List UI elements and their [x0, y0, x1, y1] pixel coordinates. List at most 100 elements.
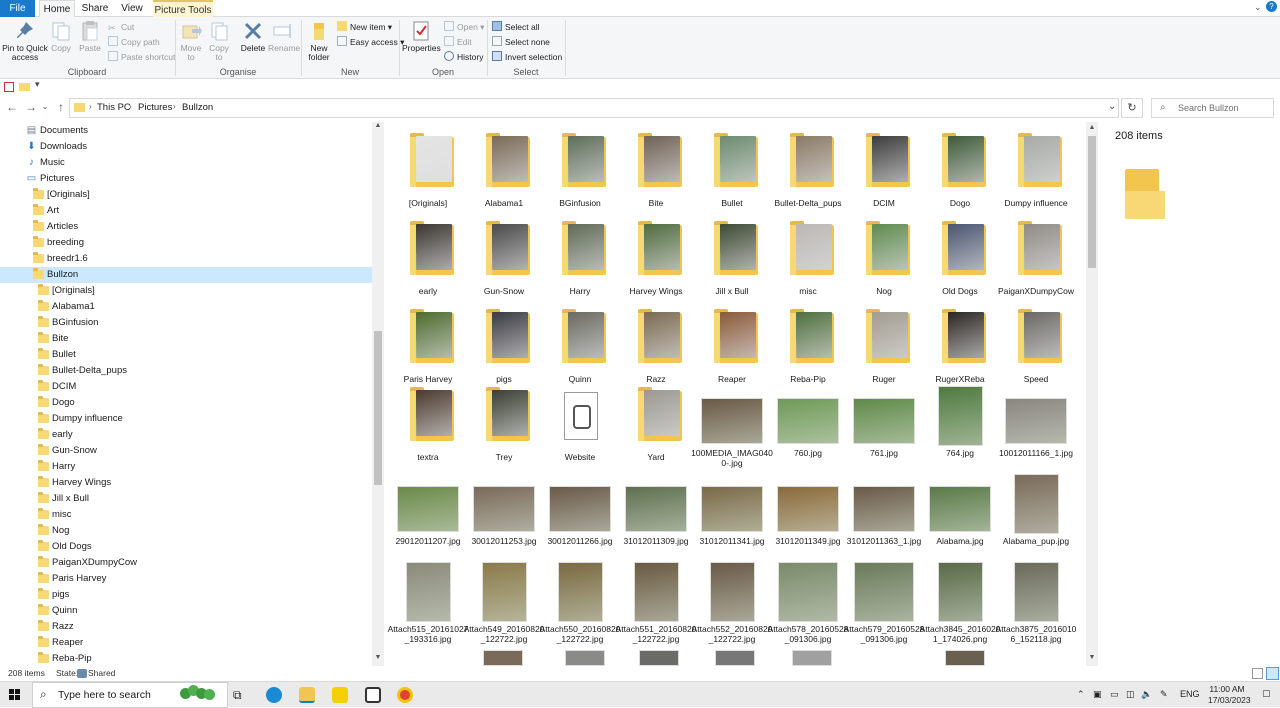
help-icon[interactable]: ?	[1266, 1, 1277, 12]
edit-button[interactable]: Edit	[444, 36, 472, 49]
cut-button[interactable]: ✂ Cut	[108, 21, 134, 34]
folder-item[interactable]: Dumpy influence	[998, 132, 1074, 212]
tab-file[interactable]: File	[0, 0, 35, 17]
image-thumbnail[interactable]	[639, 650, 679, 666]
file-item[interactable]: Website	[542, 386, 618, 466]
nav-item[interactable]: Nog	[0, 523, 372, 539]
nav-item[interactable]: Paris Harvey	[0, 571, 372, 587]
folder-item[interactable]: Paris Harvey	[390, 308, 466, 388]
folder-item[interactable]: pigs	[466, 308, 542, 388]
nav-item[interactable]: ▭ Pictures	[0, 171, 372, 187]
nav-item[interactable]: Quinn	[0, 603, 372, 619]
refresh-icon[interactable]: ↻	[1121, 98, 1143, 118]
nav-item[interactable]: Bullet	[0, 347, 372, 363]
folder-item[interactable]: Nog	[846, 220, 922, 300]
folder-item[interactable]: textra	[390, 386, 466, 466]
details-view-icon[interactable]	[1252, 668, 1263, 679]
nav-item[interactable]: breedr1.6	[0, 251, 372, 267]
forward-icon[interactable]: →	[24, 100, 38, 114]
image-file-item[interactable]: Attach550_20160820_122722.jpg	[540, 562, 620, 644]
nav-item[interactable]: Dumpy influence	[0, 411, 372, 427]
nav-item[interactable]: Bite	[0, 331, 372, 347]
snipping-tool-icon[interactable]	[365, 687, 381, 703]
scroll-up-icon[interactable]: ▲	[372, 122, 384, 132]
easy-access-button[interactable]: Easy access ▾	[337, 36, 404, 49]
edge-icon[interactable]	[266, 687, 282, 703]
new-item-button[interactable]: New item ▾	[337, 21, 392, 34]
breadcrumb-bullzon[interactable]: Bullzon	[182, 102, 213, 113]
file-list-scrollbar[interactable]: ▲ ▼	[1086, 122, 1098, 666]
folder-item[interactable]: RugerXReba	[922, 308, 998, 388]
nav-item[interactable]: BGinfusion	[0, 315, 372, 331]
image-file-item[interactable]: Attach552_20160820_122722.jpg	[692, 562, 772, 644]
pen-icon[interactable]: ✎	[1160, 689, 1168, 700]
folder-item[interactable]: Alabama1	[466, 132, 542, 212]
image-thumbnail[interactable]	[945, 650, 985, 666]
folder-item[interactable]: Gun-Snow	[466, 220, 542, 300]
folder-item[interactable]: Harvey Wings	[618, 220, 694, 300]
properties-qat-icon[interactable]	[4, 82, 14, 92]
folder-item[interactable]: Jill x Bull	[694, 220, 770, 300]
nav-item[interactable]: misc	[0, 507, 372, 523]
tray-app-icon[interactable]: ▣	[1093, 689, 1102, 700]
new-folder-button[interactable]: New folder	[304, 20, 334, 62]
recent-locations-icon[interactable]: ⌄	[38, 102, 52, 111]
folder-item[interactable]: DCIM	[846, 132, 922, 212]
image-file-item[interactable]: 31012011363_1.jpg	[846, 474, 922, 554]
file-list-scrollbar-thumb[interactable]	[1088, 136, 1096, 268]
rename-button[interactable]: Rename	[268, 20, 300, 53]
image-file-item[interactable]: 29012011207.jpg	[390, 474, 466, 554]
image-file-item[interactable]: 30012011253.jpg	[466, 474, 542, 554]
breadcrumb-this-pc[interactable]: This PC	[97, 102, 131, 113]
image-file-item[interactable]: Attach578_20160528_091306.jpg	[768, 562, 848, 644]
tray-app-icon[interactable]: ◫	[1126, 689, 1135, 700]
navigation-scrollbar[interactable]: ▲ ▼	[372, 122, 384, 666]
nav-item[interactable]: Old Dogs	[0, 539, 372, 555]
image-file-item[interactable]: Attach551_20160820_122722.jpg	[616, 562, 696, 644]
nav-item[interactable]: Harry	[0, 459, 372, 475]
ribbon-expand-icon[interactable]: ⌄	[1254, 2, 1262, 13]
folder-item[interactable]: Bullet	[694, 132, 770, 212]
image-file-item[interactable]: Attach515_20161027_193316.jpg	[388, 562, 468, 644]
nav-item[interactable]: breeding	[0, 235, 372, 251]
nav-item[interactable]: ▤ Documents	[0, 123, 372, 139]
paste-shortcut-button[interactable]: Paste shortcut	[108, 51, 175, 64]
scroll-down-icon[interactable]: ▼	[372, 654, 384, 664]
folder-item[interactable]: early	[390, 220, 466, 300]
image-file-item[interactable]: Attach549_20160820_122722.jpg	[464, 562, 544, 644]
windows-start-icon[interactable]	[9, 689, 21, 701]
image-thumbnail[interactable]	[483, 650, 523, 666]
nav-item[interactable]: DCIM	[0, 379, 372, 395]
notifications-icon[interactable]: ▢	[1262, 688, 1271, 699]
tab-picture-tools[interactable]: Picture Tools	[153, 0, 213, 17]
copy-to-button[interactable]: Copy to	[206, 20, 232, 62]
image-file-item[interactable]: 31012011309.jpg	[618, 474, 694, 554]
tab-share[interactable]: Share	[79, 0, 111, 17]
folder-item[interactable]: Razz	[618, 308, 694, 388]
folder-item[interactable]: Quinn	[542, 308, 618, 388]
image-file-item[interactable]: Attach579_20160528_091306.jpg	[844, 562, 924, 644]
tab-view[interactable]: View	[116, 0, 148, 17]
nav-item[interactable]: pigs	[0, 587, 372, 603]
norton-icon[interactable]	[332, 687, 348, 703]
nav-item[interactable]: Art	[0, 203, 372, 219]
folder-item[interactable]: misc	[770, 220, 846, 300]
volume-icon[interactable]: 🔈	[1141, 689, 1152, 700]
folder-item[interactable]: PaiganXDumpyCow	[998, 220, 1074, 300]
folder-item[interactable]: Ruger	[846, 308, 922, 388]
properties-button[interactable]: Properties	[402, 20, 441, 53]
nav-item[interactable]: ♪ Music	[0, 155, 372, 171]
image-file-item[interactable]: 100MEDIA_IMAG0400-.jpg	[691, 386, 773, 468]
open-button[interactable]: Open ▾	[444, 21, 484, 34]
nav-item[interactable]: Articles	[0, 219, 372, 235]
nav-item[interactable]: Harvey Wings	[0, 475, 372, 491]
up-icon[interactable]: ↑	[54, 100, 68, 114]
delete-button[interactable]: Delete	[239, 20, 267, 53]
history-button[interactable]: History	[444, 51, 483, 64]
file-explorer-icon[interactable]	[299, 687, 315, 703]
paste-button[interactable]: Paste	[77, 20, 103, 53]
back-icon[interactable]: ←	[5, 100, 19, 114]
copy-path-button[interactable]: Copy path	[108, 36, 160, 49]
folder-item[interactable]: Reba-Pip	[770, 308, 846, 388]
image-thumbnail[interactable]	[715, 650, 755, 666]
